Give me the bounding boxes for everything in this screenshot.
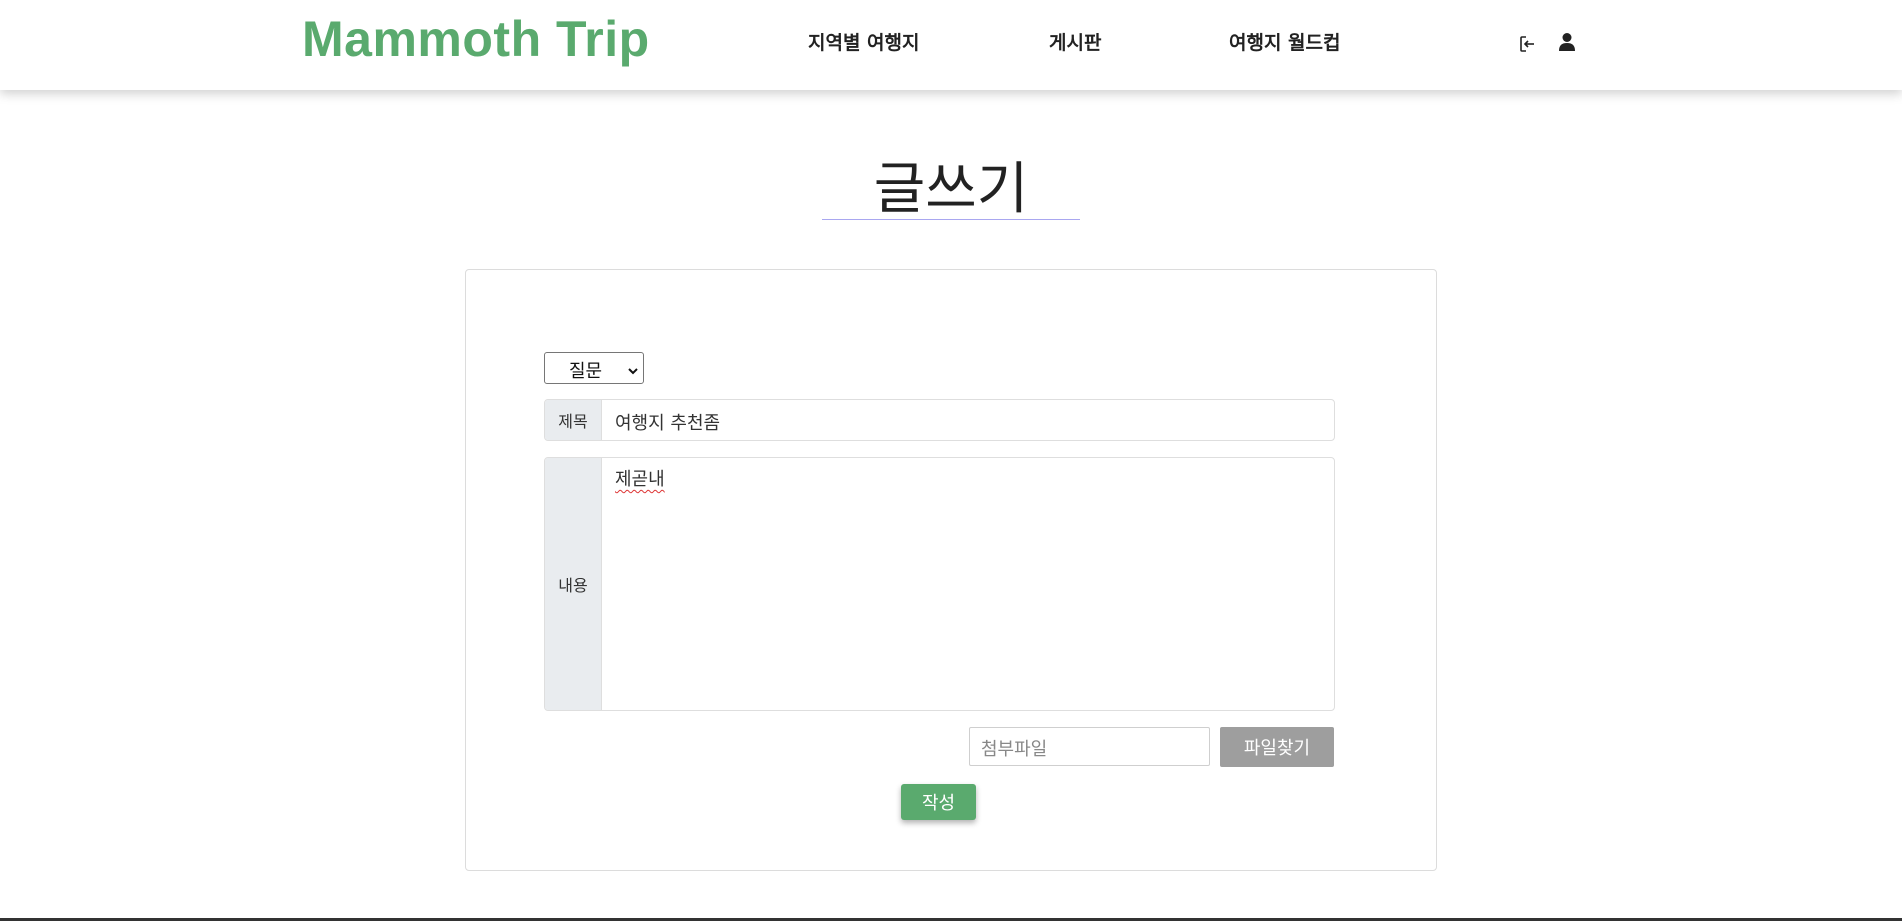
title-underline: [822, 219, 1080, 220]
page-title: 글쓰기: [873, 157, 1029, 222]
chevron-down-icon: [627, 361, 639, 382]
nav-board[interactable]: 게시판: [1049, 28, 1101, 55]
content-textarea[interactable]: 제곧내: [615, 465, 665, 491]
nav-regional-destinations[interactable]: 지역별 여행지: [808, 28, 920, 55]
content-label: 내용: [545, 458, 602, 710]
title-input-group[interactable]: 제목 여행지 추천좀: [544, 399, 1335, 441]
user-icon[interactable]: [1558, 32, 1576, 56]
category-selected-value: 질문: [569, 361, 603, 382]
title-label: 제목: [545, 400, 602, 440]
attachment-field[interactable]: 첨부파일: [969, 727, 1210, 766]
category-select[interactable]: 질문: [544, 352, 644, 384]
content-input-group[interactable]: 내용 제곧내: [544, 457, 1335, 711]
site-header: Mammoth Trip 지역별 여행지 게시판 여행지 월드컵: [0, 0, 1902, 90]
browse-file-button[interactable]: 파일찾기: [1220, 727, 1334, 767]
title-input[interactable]: 여행지 추천좀: [615, 409, 720, 435]
nav-destination-worldcup[interactable]: 여행지 월드컵: [1229, 28, 1341, 55]
submit-button[interactable]: 작성: [901, 784, 976, 820]
login-icon[interactable]: [1517, 34, 1537, 58]
site-logo[interactable]: Mammoth Trip: [302, 10, 650, 68]
attachment-placeholder: 첨부파일: [981, 739, 1048, 760]
